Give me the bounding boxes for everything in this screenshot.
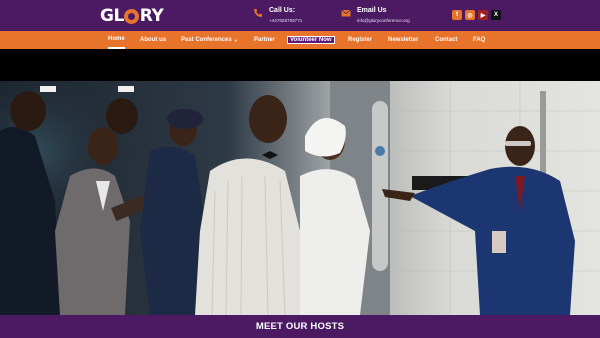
email-label: Email Us (357, 7, 387, 14)
chevron-down-icon: ▼ (233, 37, 238, 43)
email-us[interactable]: Email Us info@gloryconference.org (341, 7, 410, 23)
logo-o-ring-icon (124, 8, 140, 24)
glory-logo[interactable]: GL RY (100, 6, 164, 26)
nav-register[interactable]: Register (348, 31, 372, 49)
nav-volunteer-now[interactable]: Volunteer Now (287, 31, 335, 49)
phone-icon (254, 9, 262, 17)
youtube-icon[interactable]: ▶ (478, 10, 488, 20)
call-label: Call Us: (269, 7, 296, 14)
nav-contact[interactable]: Contact (435, 31, 457, 49)
phone-number[interactable]: +447828759771 (269, 18, 302, 23)
nav-home[interactable]: Home (108, 31, 125, 49)
call-us[interactable]: Call Us: +447828759771 (253, 7, 302, 23)
nav-partner[interactable]: Partner (254, 31, 275, 49)
mail-icon (341, 9, 351, 17)
nav-newsletter[interactable]: Newsletter (388, 31, 418, 49)
nav-about-us[interactable]: About us (140, 31, 166, 49)
main-nav: Home About us Past Conferences ▼ Partner… (0, 31, 600, 49)
x-icon[interactable]: X (491, 10, 501, 20)
instagram-icon[interactable]: ◎ (465, 10, 475, 20)
email-address[interactable]: info@gloryconference.org (357, 18, 410, 23)
nav-past-conferences[interactable]: Past Conferences ▼ (181, 31, 238, 49)
hosts-photo (0, 81, 600, 315)
social-links: f ◎ ▶ X (452, 10, 501, 20)
top-header: GL RY Call Us: +447828759771 Email Us inf… (0, 0, 600, 31)
section-title: MEET OUR HOSTS (255, 321, 345, 332)
nav-faq[interactable]: FAQ (473, 31, 485, 49)
nav-past-conferences-label: Past Conferences (181, 37, 232, 43)
volunteer-now-button[interactable]: Volunteer Now (287, 36, 335, 44)
facebook-icon[interactable]: f (452, 10, 462, 20)
hero-top-letterbox (0, 49, 600, 81)
meet-our-hosts-banner: MEET OUR HOSTS (0, 315, 600, 338)
hosts-photo-illustration (0, 81, 600, 315)
